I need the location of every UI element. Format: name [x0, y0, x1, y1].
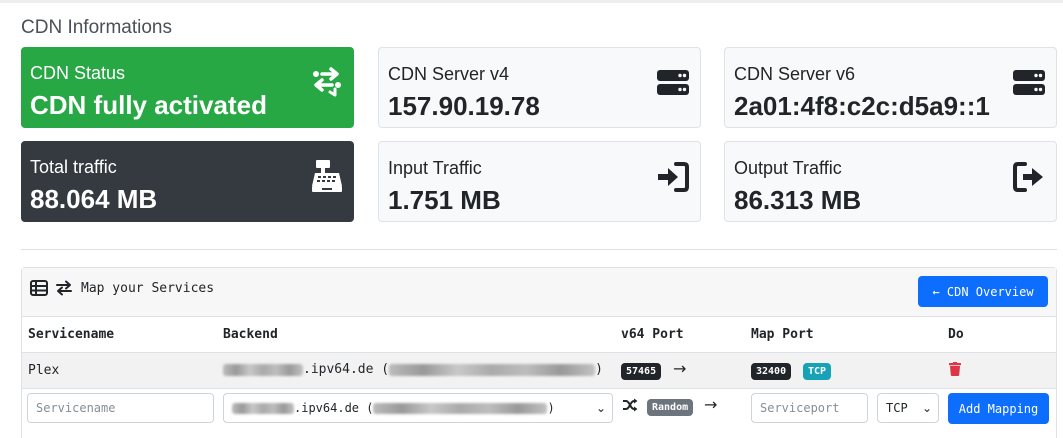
server-icon [657, 70, 689, 95]
backend-select[interactable]: .ipv64.de () ⌄ [223, 393, 613, 423]
protocol-select[interactable]: TCP ⌄ [877, 393, 939, 423]
services-panel-title: Map your Services [81, 281, 215, 296]
cdn-server-v6-card: CDN Server v6 2a01:4f8:c2c:d5a9::1 [724, 47, 1057, 128]
cdn-server-v4-value: 157.90.19.78 [388, 91, 540, 121]
cdn-status-card: CDN Status CDN fully activated [21, 47, 354, 128]
backend-domain: .ipv64.de [303, 362, 374, 377]
sign-in-icon [658, 162, 689, 192]
cash-register-icon [312, 160, 342, 192]
services-panel-header: Map your Services ← CDN Overview [22, 268, 1056, 317]
section-title: CDN Informations [21, 17, 172, 38]
cdn-overview-button[interactable]: ← CDN Overview [918, 276, 1048, 307]
cdn-server-v4-card: CDN Server v4 157.90.19.78 [378, 47, 701, 128]
add-mapping-form: .ipv64.de () ⌄ Random → TCP ⌄ Add Mappin… [22, 388, 1056, 434]
cdn-status-label: CDN Status [30, 63, 126, 83]
exchange-arrows-icon [56, 280, 72, 296]
top-border [0, 0, 1063, 3]
arrow-right-icon: → [673, 359, 687, 378]
servicename-input[interactable] [27, 393, 214, 423]
chevron-down-icon: ⌄ [595, 401, 606, 415]
cdn-status-value: CDN fully activated [30, 90, 267, 120]
services-panel: Map your Services ← CDN Overview Service… [21, 267, 1057, 438]
total-traffic-card: Total traffic 88.064 MB [21, 141, 354, 222]
protocol-select-value: TCP [886, 401, 908, 415]
redacted-address [373, 402, 548, 414]
cdn-server-v4-label: CDN Server v4 [388, 64, 510, 84]
column-header-map-port: Map Port [751, 327, 814, 342]
total-traffic-value: 88.064 MB [30, 184, 158, 214]
input-traffic-card: Input Traffic 1.751 MB [378, 141, 701, 222]
add-mapping-button[interactable]: Add Mapping [948, 393, 1049, 424]
backend-cell: .ipv64.de () [223, 362, 603, 377]
divider [21, 249, 1057, 250]
map-port-badge: 32400 [751, 363, 792, 380]
exchange-icon [313, 67, 341, 97]
arrow-right-icon: → [704, 395, 718, 414]
total-traffic-label: Total traffic [30, 157, 117, 177]
cdn-server-v6-value: 2a01:4f8:c2c:d5a9::1 [734, 91, 990, 121]
output-traffic-value: 86.313 MB [734, 185, 862, 215]
random-port-badge: Random [647, 399, 694, 416]
output-traffic-card: Output Traffic 86.313 MB [724, 141, 1057, 222]
input-traffic-label: Input Traffic [388, 158, 482, 178]
v64-port-badge: 57465 [621, 363, 662, 380]
server-icon [1013, 70, 1045, 95]
column-header-do: Do [948, 327, 964, 342]
input-traffic-value: 1.751 MB [388, 185, 501, 215]
cdn-server-v6-label: CDN Server v6 [734, 64, 856, 84]
serviceport-input[interactable] [751, 393, 868, 423]
column-header-v64-port: v64 Port [621, 327, 684, 342]
output-traffic-label: Output Traffic [734, 158, 842, 178]
table-icon [30, 280, 48, 296]
backend-select-domain: .ipv64.de [294, 401, 360, 415]
redacted-hostname [232, 402, 294, 414]
protocol-badge: TCP [803, 363, 832, 380]
column-header-backend: Backend [223, 327, 278, 342]
servicename-cell: Plex [28, 363, 60, 378]
trash-icon[interactable] [949, 362, 961, 376]
sign-out-icon [1013, 162, 1043, 192]
shuffle-icon [623, 398, 638, 412]
table-row: Plex .ipv64.de () 57465 → 32400 TCP [22, 352, 1056, 388]
redacted-hostname [223, 363, 303, 376]
redacted-address [389, 363, 596, 376]
column-header-servicename: Servicename [28, 327, 115, 342]
chevron-down-icon: ⌄ [921, 401, 932, 415]
